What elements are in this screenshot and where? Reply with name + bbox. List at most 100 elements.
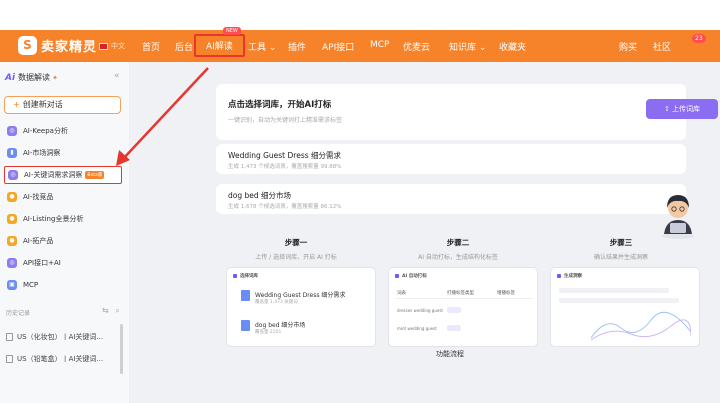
preview-col: 打播标签类型 (447, 291, 474, 296)
chart-icon: ▮ (7, 148, 17, 158)
step-3-preview: 生成洞察 (550, 267, 700, 347)
preview-row-meta: 覆盖量 2201 (255, 330, 282, 335)
collapse-sidebar-icon[interactable]: « (114, 71, 120, 81)
logo-text: 卖家精灵 (41, 40, 98, 55)
divider (395, 298, 533, 299)
sparkle-icon: ✦ (52, 73, 58, 82)
preview-col: 增播标签 (497, 291, 515, 296)
sidebar-item-keepa[interactable]: ◎ AI-Keepa分析 (4, 122, 122, 140)
sidebar-item-find-competitors[interactable]: ● AI-找竞品 (4, 188, 122, 206)
main-content: 点击选择词库，开始AI打标 一键识别，自动为关键词打上精准需求标签 ⇧ 上传词库… (130, 62, 720, 403)
history-actions: ⇆ ⌕ (102, 306, 120, 316)
sidebar-item-label: AI-找竞品 (23, 193, 54, 201)
sidebar-scrollbar[interactable] (120, 324, 123, 374)
new-chat-label: 创建新对话 (22, 100, 63, 109)
ai-logo-icon: Ai (5, 72, 16, 83)
upload-dataset-button[interactable]: ⇧ 上传词库 (646, 99, 718, 119)
nav-favorites[interactable]: 收藏夹 (499, 40, 526, 53)
logo-mark: S (18, 36, 37, 55)
nav-tools[interactable]: 工具 ⌄ (248, 40, 276, 53)
preview-header: AI 自动打标 (395, 273, 427, 279)
preview-title: 生成洞察 (564, 274, 582, 279)
sidebar-item-label: AI-关键词需求洞察 (24, 171, 83, 179)
preview-row: mint wedding guest (397, 326, 437, 331)
step-desc: 确认结果并生成洞察 (593, 254, 648, 261)
dataset-title: Wedding Guest Dress 细分需求 (228, 151, 342, 160)
nav-ai-interpret[interactable]: AI解读 NEW (194, 27, 245, 57)
new-badge: NEW (222, 27, 241, 35)
search-icon[interactable]: ⌕ (115, 306, 119, 315)
step-2: 步骤二 AI 自动打标，生成结构化标签 (378, 237, 538, 261)
language-switch[interactable]: 中文 (99, 41, 125, 51)
preview-row-title: dog bed 细分市场 (255, 322, 306, 329)
china-flag-icon (99, 42, 108, 50)
notification-bell-icon[interactable] (686, 8, 700, 27)
nav-plugins[interactable]: 插件 (288, 40, 306, 53)
expand-icon: ● (7, 236, 17, 246)
history-item-label: US（化妆包）丨AI关键词... (17, 333, 104, 341)
step-name: 步骤一 (284, 238, 308, 247)
history-item[interactable]: US（化妆包）丨AI关键词... (6, 332, 103, 342)
tag-chip (447, 307, 461, 313)
select-dataset-card: 点击选择词库，开始AI打标 一键识别，自动为关键词打上精准需求标签 ⇧ 上传词库 (216, 84, 718, 140)
sidebar-item-label: AI-Keepa分析 (23, 127, 68, 135)
dataset-meta: 生成 1,678 个候选词表，覆盖搜索量 86.12% (228, 204, 342, 210)
target-icon: ◎ (8, 170, 18, 180)
step-1-preview: 选择词库 Wedding Guest Dress 细分需求 覆盖量 1,473 … (226, 267, 376, 347)
sidebar-item-keyword-insight[interactable]: ◎ AI-关键词需求洞察 Beta版 (4, 166, 122, 184)
nav-home[interactable]: 首页 (142, 40, 160, 53)
search-icon: ● (7, 192, 17, 202)
sidebar-item-mcp[interactable]: ▣ MCP (4, 276, 122, 294)
sidebar-header: Ai 数据解读 ✦ (5, 72, 58, 83)
nav-community[interactable]: 社区 (653, 40, 671, 53)
sidebar-item-label: MCP (23, 281, 39, 289)
workflow-caption: 功能流程 (436, 350, 464, 358)
nav-tools-label: 工具 (248, 43, 267, 53)
nav-buy[interactable]: 购买 (619, 40, 637, 53)
tag-chip (447, 325, 461, 331)
sidebar-item-listing[interactable]: ● AI-Listing全景分析 (4, 210, 122, 228)
sidebar: Ai 数据解读 ✦ « + 创建新对话 ◎ AI-Keepa分析 ▮ AI-市场洞… (0, 62, 130, 403)
preview-row: dresses wedding guest (397, 308, 443, 313)
nav-api[interactable]: API接口 (322, 40, 354, 53)
dataset-item[interactable]: dog bed 细分市场 生成 1,678 个候选词表，覆盖搜索量 86.12% (216, 184, 686, 214)
preview-dot-icon (233, 274, 237, 278)
preview-title: 选择词库 (240, 274, 258, 279)
step-1: 步骤一 上传 / 选择词库、开启 AI 打标 (216, 237, 376, 261)
sidebar-item-label: AI-Listing全景分析 (23, 215, 84, 223)
step-3: 步骤三 确认结果并生成洞察 (541, 237, 701, 261)
select-dataset-title: 点击选择词库，开始AI打标 (228, 100, 332, 110)
preview-col: 词表 (397, 291, 406, 296)
history-item[interactable]: US（铅笔盒）丨AI关键词... (6, 354, 103, 364)
nav-dashboard[interactable]: 后台 (175, 40, 193, 53)
sidebar-title: 数据解读 (18, 73, 51, 82)
nav-ai-interpret-label: AI解读 (206, 42, 233, 52)
preview-row-title: Wedding Guest Dress 细分需求 (255, 292, 346, 299)
notification-count-badge: 23 (692, 34, 706, 43)
trend-graphic (591, 311, 691, 341)
step-name: 步骤三 (609, 238, 633, 247)
new-chat-button[interactable]: + 创建新对话 (4, 96, 121, 114)
nav-mcp[interactable]: MCP (370, 40, 389, 50)
nav-knowledge-label: 知识库 (449, 43, 477, 53)
dataset-title: dog bed 细分市场 (228, 191, 292, 200)
plus-icon: + (13, 100, 20, 109)
sidebar-item-expand-products[interactable]: ● AI-拓产品 (4, 232, 122, 250)
sidebar-item-label: AI-拓产品 (23, 237, 54, 245)
nav-youmaiyun[interactable]: 优麦云 (403, 40, 430, 53)
sidebar-item-api-ai[interactable]: ◎ API接口+AI (4, 254, 122, 272)
manage-history-icon[interactable]: ⇆ (102, 306, 109, 315)
nav-knowledge[interactable]: 知识库 ⌄ (449, 40, 486, 53)
sidebar-item-market[interactable]: ▮ AI-市场洞察 (4, 144, 122, 162)
sidebar-item-label: AI-市场洞察 (23, 149, 61, 157)
beta-badge: Beta版 (85, 171, 105, 179)
chevron-down-icon: ⌄ (268, 43, 277, 53)
mcp-icon: ▣ (7, 280, 17, 290)
preview-dot-icon (557, 274, 561, 278)
dataset-item[interactable]: Wedding Guest Dress 细分需求 生成 1,473 个候选词表，… (216, 144, 686, 174)
api-icon: ◎ (7, 258, 17, 268)
logo[interactable]: S 卖家精灵 (18, 36, 97, 55)
preview-dot-icon (395, 274, 399, 278)
sidebar-item-label: API接口+AI (23, 259, 61, 267)
upload-icon: ⇧ (663, 105, 670, 113)
